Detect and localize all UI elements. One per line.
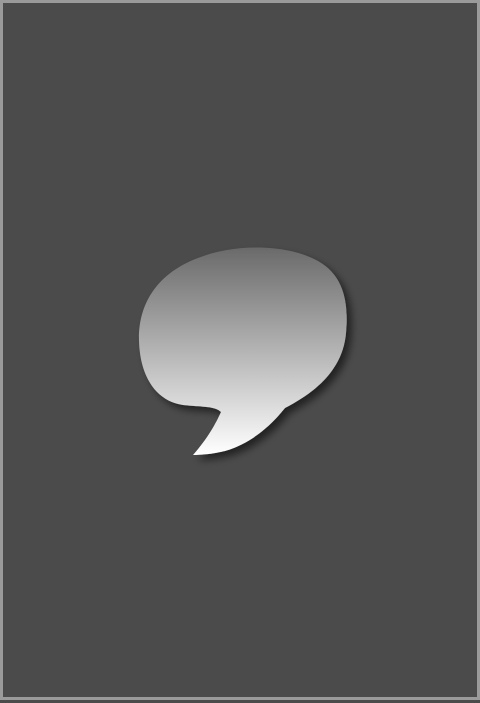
app-frame [0, 0, 480, 700]
speech-bubble-container[interactable] [3, 3, 480, 703]
speech-bubble-shape [138, 247, 347, 455]
speech-bubble-icon[interactable] [3, 3, 480, 703]
